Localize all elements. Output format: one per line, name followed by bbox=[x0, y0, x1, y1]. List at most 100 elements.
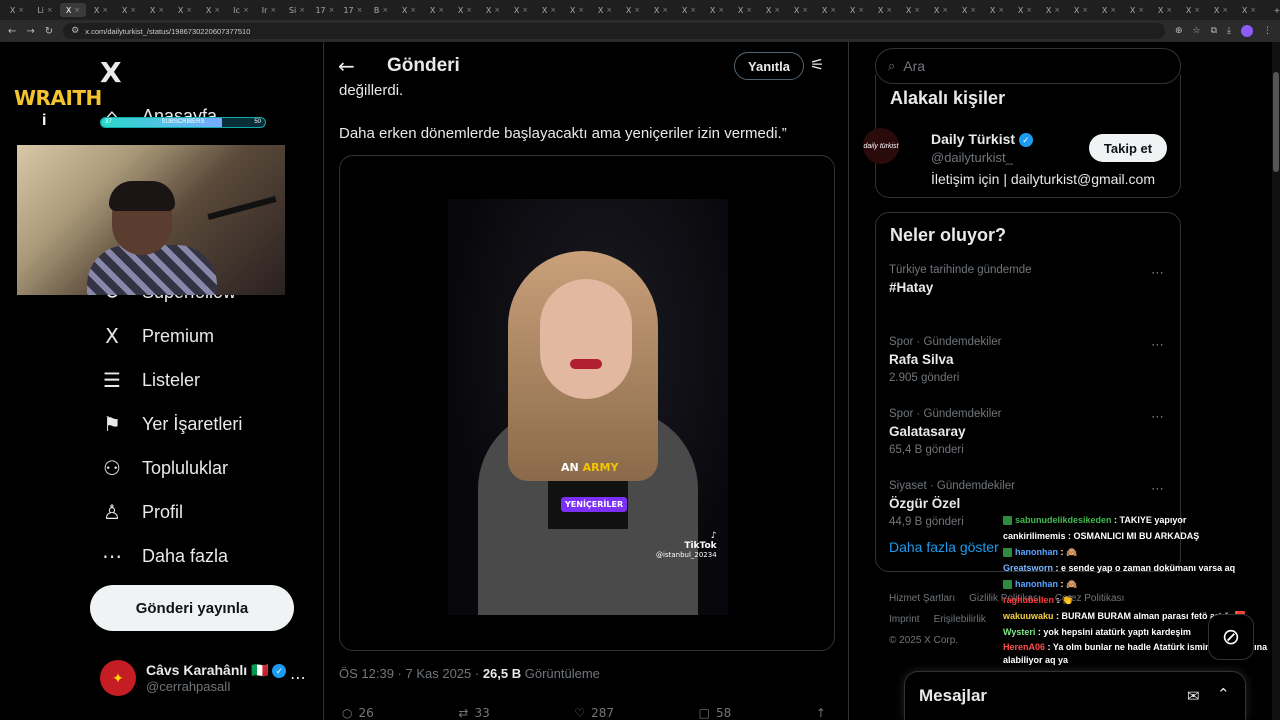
browser-tab[interactable]: X × bbox=[452, 3, 478, 17]
trend-item[interactable]: Türkiye tarihinde gündemde #Hatay bbox=[889, 264, 1032, 300]
like-action[interactable]: ♡ 287 bbox=[574, 706, 614, 720]
browser-tab[interactable]: Si × bbox=[284, 3, 310, 17]
reply-button[interactable]: Yanıtla bbox=[734, 52, 804, 80]
chat-username[interactable]: sabunudelikdesikeden bbox=[1015, 515, 1112, 525]
reload-icon[interactable]: ↻ bbox=[45, 26, 53, 37]
close-tab-icon[interactable]: × bbox=[690, 6, 696, 14]
browser-tab[interactable]: X × bbox=[116, 3, 142, 17]
close-tab-icon[interactable]: × bbox=[970, 6, 976, 14]
close-tab-icon[interactable]: × bbox=[299, 6, 305, 14]
browser-tab[interactable]: X × bbox=[1040, 3, 1066, 17]
sidebar-item-topluluklar[interactable]: ⚇ Topluluklar bbox=[100, 456, 228, 480]
extensions-icon[interactable]: ⧉ bbox=[1211, 26, 1217, 36]
close-tab-icon[interactable]: × bbox=[942, 6, 948, 14]
browser-tab[interactable]: X × bbox=[396, 3, 422, 17]
filter-icon[interactable]: ⚟ bbox=[810, 55, 824, 74]
grok-icon[interactable]: ⊘ bbox=[1208, 614, 1254, 660]
browser-tab[interactable]: X × bbox=[900, 3, 926, 17]
close-tab-icon[interactable]: × bbox=[802, 6, 808, 14]
browser-tab[interactable]: X × bbox=[564, 3, 590, 17]
back-nav-icon[interactable]: ← bbox=[8, 26, 16, 37]
sidebar-item-profil[interactable]: ♙ Profil bbox=[100, 500, 183, 524]
follow-button[interactable]: Takip et bbox=[1089, 134, 1167, 162]
chat-username[interactable]: HerenA06 bbox=[1003, 642, 1045, 652]
browser-tab[interactable]: X × bbox=[1152, 3, 1178, 17]
close-tab-icon[interactable]: × bbox=[1250, 6, 1256, 14]
close-tab-icon[interactable]: × bbox=[914, 6, 920, 14]
account-switcher[interactable]: ✦ Câvs Karahânlı 🇮🇹 ✓ @cerrahpasalI ⋯ bbox=[100, 660, 306, 696]
browser-tab[interactable]: X × bbox=[844, 3, 870, 17]
sidebar-item-daha-fazla[interactable]: ⋯ Daha fazla bbox=[100, 544, 228, 568]
browser-tab[interactable]: X × bbox=[60, 3, 86, 17]
sidebar-item-premium[interactable]: X Premium bbox=[100, 324, 214, 348]
chat-username[interactable]: wakuuwaku bbox=[1003, 611, 1054, 621]
close-tab-icon[interactable]: × bbox=[858, 6, 864, 14]
chat-username[interactable]: raghubellen bbox=[1003, 595, 1054, 605]
close-tab-icon[interactable]: × bbox=[329, 6, 335, 14]
close-tab-icon[interactable]: × bbox=[1054, 6, 1060, 14]
browser-tab[interactable]: Ir × bbox=[256, 3, 282, 17]
chat-username[interactable]: hanonhan bbox=[1015, 547, 1058, 557]
post-button[interactable]: Gönderi yayınla bbox=[90, 585, 294, 631]
close-tab-icon[interactable]: × bbox=[243, 6, 249, 14]
close-tab-icon[interactable]: × bbox=[1026, 6, 1032, 14]
close-tab-icon[interactable]: × bbox=[1110, 6, 1116, 14]
sidebar-item-listeler[interactable]: ☰ Listeler bbox=[100, 368, 200, 392]
forward-nav-icon[interactable]: → bbox=[26, 26, 34, 37]
close-tab-icon[interactable]: × bbox=[438, 6, 444, 14]
close-tab-icon[interactable]: × bbox=[662, 6, 668, 14]
close-tab-icon[interactable]: × bbox=[718, 6, 724, 14]
close-tab-icon[interactable]: × bbox=[1194, 6, 1200, 14]
post-media[interactable]: AN ARMY YENİÇERİLER ♪ TikTok @istanbul_2… bbox=[339, 155, 835, 651]
chat-username[interactable]: Wysteri bbox=[1003, 627, 1035, 637]
browser-tab[interactable]: X × bbox=[424, 3, 450, 17]
sidebar-item-yer-i-aretleri[interactable]: ⚑ Yer İşaretleri bbox=[100, 412, 242, 436]
browser-tab[interactable]: 17 × bbox=[340, 3, 366, 17]
close-tab-icon[interactable]: × bbox=[18, 6, 24, 14]
browser-tab[interactable]: X × bbox=[760, 3, 786, 17]
browser-tab[interactable]: X × bbox=[928, 3, 954, 17]
trend-more-icon[interactable]: ⋯ bbox=[1151, 338, 1164, 353]
browser-tab[interactable]: X × bbox=[704, 3, 730, 17]
close-tab-icon[interactable]: × bbox=[1166, 6, 1172, 14]
close-tab-icon[interactable]: × bbox=[606, 6, 612, 14]
trend-item[interactable]: Spor · Gündemdekiler Galatasaray 65,4 B gö… bbox=[889, 408, 1002, 456]
close-tab-icon[interactable]: × bbox=[102, 6, 108, 14]
trend-item[interactable]: Spor · Gündemdekiler Rafa Silva 2.905 gönd… bbox=[889, 336, 1002, 384]
account-more-icon[interactable]: ⋯ bbox=[290, 668, 306, 688]
close-tab-icon[interactable]: × bbox=[186, 6, 192, 14]
repost-action[interactable]: ⇄ 33 bbox=[458, 706, 489, 720]
zoom-icon[interactable]: ⊕ bbox=[1175, 26, 1183, 36]
new-message-icon[interactable]: ✉ bbox=[1187, 687, 1200, 705]
browser-tab[interactable]: X × bbox=[1180, 3, 1206, 17]
url-field[interactable]: ⚙ x.com/dailyturkist_/status/19867302206… bbox=[63, 23, 1165, 39]
browser-tab[interactable]: X × bbox=[1124, 3, 1150, 17]
reply-action[interactable]: ○ 26 bbox=[342, 706, 374, 720]
close-tab-icon[interactable]: × bbox=[1082, 6, 1088, 14]
browser-tab[interactable]: X × bbox=[200, 3, 226, 17]
page-scrollbar[interactable] bbox=[1272, 42, 1280, 720]
browser-tab[interactable]: X × bbox=[984, 3, 1010, 17]
back-arrow-icon[interactable]: ← bbox=[338, 54, 355, 78]
close-tab-icon[interactable]: × bbox=[410, 6, 416, 14]
chat-username[interactable]: hanonhan bbox=[1015, 579, 1058, 589]
expand-icon[interactable]: ⌃ bbox=[1217, 685, 1230, 703]
close-tab-icon[interactable]: × bbox=[998, 6, 1004, 14]
browser-tab[interactable]: Li × bbox=[32, 3, 58, 17]
browser-tab[interactable]: X × bbox=[732, 3, 758, 17]
browser-tab[interactable]: X × bbox=[1096, 3, 1122, 17]
close-tab-icon[interactable]: × bbox=[634, 6, 640, 14]
browser-tab[interactable]: X × bbox=[872, 3, 898, 17]
browser-tab[interactable]: X × bbox=[4, 3, 30, 17]
share-action[interactable]: ↑ bbox=[816, 706, 832, 720]
bookmark-star-icon[interactable]: ☆ bbox=[1193, 26, 1201, 36]
profile-avatar[interactable] bbox=[1241, 25, 1253, 37]
close-tab-icon[interactable]: × bbox=[130, 6, 136, 14]
browser-tab[interactable]: X × bbox=[816, 3, 842, 17]
footer-link[interactable]: Imprint bbox=[889, 614, 920, 625]
browser-tab[interactable]: X × bbox=[620, 3, 646, 17]
browser-tab[interactable]: X × bbox=[88, 3, 114, 17]
close-tab-icon[interactable]: × bbox=[466, 6, 472, 14]
close-tab-icon[interactable]: × bbox=[382, 6, 388, 14]
trend-more-icon[interactable]: ⋯ bbox=[1151, 410, 1164, 425]
